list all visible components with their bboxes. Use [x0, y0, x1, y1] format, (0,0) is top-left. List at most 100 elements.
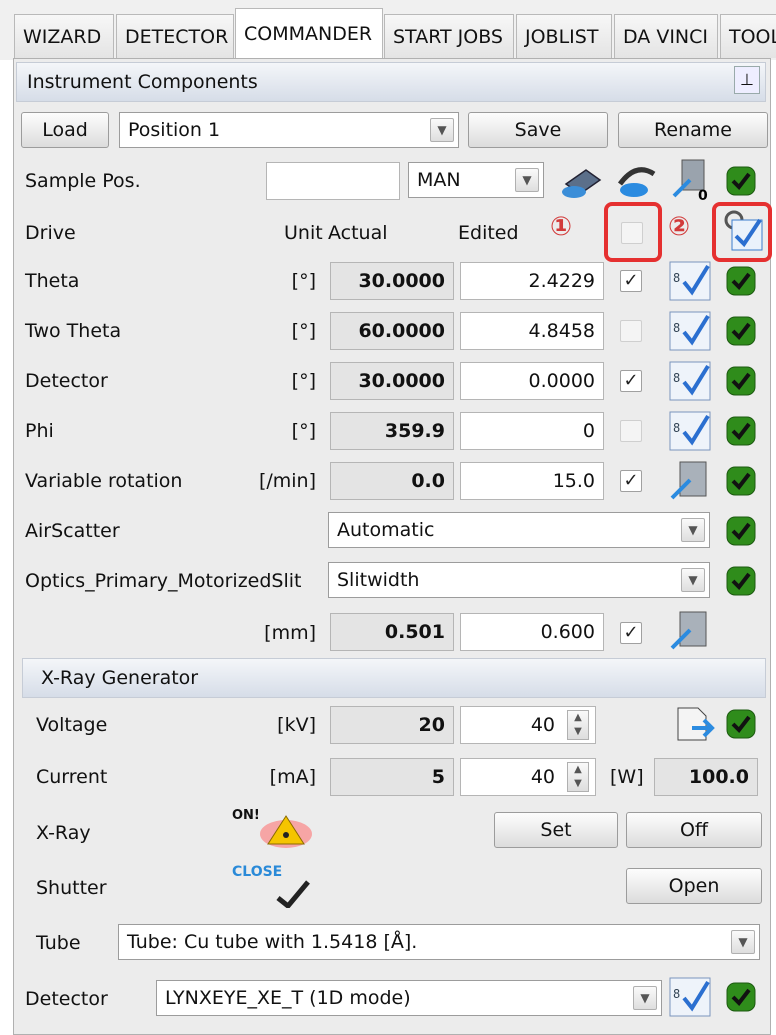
optics-label: Optics_Primary_MotorizedSlit: [25, 570, 302, 592]
tab-commander[interactable]: COMMANDER: [235, 8, 383, 60]
chevron-down-icon[interactable]: ▼: [681, 568, 705, 592]
detector-select[interactable]: LYNXEYE_XE_T (1D mode) ▼: [156, 980, 662, 1016]
drive-axis-icon[interactable]: 8: [668, 410, 712, 452]
sample-stage-icon[interactable]: [556, 158, 604, 202]
sample-mode-value: MAN: [417, 169, 461, 191]
axis-edited-input[interactable]: 2.4229: [460, 262, 604, 300]
axis-enable-checkbox[interactable]: ✓: [620, 270, 642, 292]
sample-drive-zero-icon[interactable]: 0: [668, 156, 712, 202]
chevron-down-icon[interactable]: ▼: [681, 518, 705, 542]
shutter-open-button[interactable]: Open: [626, 868, 762, 904]
axis-enable-checkbox[interactable]: [620, 420, 642, 442]
tab-start-jobs[interactable]: START JOBS: [384, 14, 514, 58]
tab-joblist[interactable]: JOBLIST: [516, 14, 612, 58]
axis-unit: [/min]: [258, 470, 316, 492]
tube-label: Tube: [36, 932, 81, 954]
ok-check-icon: [726, 316, 756, 346]
ok-check-icon: [726, 366, 756, 396]
ok-check-icon: [726, 166, 756, 196]
drive-axis-icon[interactable]: 8: [668, 360, 712, 402]
optics-value: Slitwidth: [337, 569, 420, 591]
save-button[interactable]: Save: [468, 112, 608, 148]
voltage-unit: [kV]: [277, 714, 316, 736]
voltage-stepper[interactable]: ▲ ▼: [567, 710, 589, 740]
slit-drive-icon[interactable]: [668, 608, 712, 652]
axis-enable-checkbox[interactable]: ✓: [620, 470, 642, 492]
optics-select[interactable]: Slitwidth ▼: [328, 562, 710, 598]
airscatter-select[interactable]: Automatic ▼: [328, 512, 710, 548]
chevron-down-icon[interactable]: ▼: [430, 118, 454, 142]
ok-check-icon: [726, 516, 756, 546]
voltage-actual: 20: [330, 706, 454, 744]
axis-unit: [°]: [291, 320, 316, 342]
ok-check-icon: [726, 709, 756, 739]
highlight-box-1: [604, 202, 662, 262]
axis-edited-input[interactable]: 4.8458: [460, 312, 604, 350]
sample-pos-input[interactable]: [266, 162, 400, 200]
axis-label: Detector: [25, 370, 108, 392]
ok-check-icon: [726, 266, 756, 296]
tube-select[interactable]: Tube: Cu tube with 1.5418 [Å]. ▼: [118, 924, 760, 960]
axis-actual: 60.0000: [330, 312, 454, 350]
svg-text:8: 8: [673, 371, 680, 385]
axis-unit: [°]: [291, 370, 316, 392]
load-button[interactable]: Load: [21, 112, 109, 148]
power-unit: [W]: [610, 766, 644, 788]
position-value: Position 1: [128, 119, 221, 141]
axis-actual: 0.0: [330, 462, 454, 500]
slit-edited-input[interactable]: 0.600: [460, 613, 604, 651]
airscatter-value: Automatic: [337, 519, 435, 541]
shutter-closed-indicator: CLOSE: [230, 864, 320, 908]
slit-actual: 0.501: [330, 613, 454, 651]
axis-edited-input[interactable]: 15.0: [460, 462, 604, 500]
axis-label: Two Theta: [25, 320, 122, 342]
drive-label: Drive: [25, 222, 76, 244]
section-title: X-Ray Generator: [41, 667, 199, 689]
rotation-drive-icon[interactable]: [668, 458, 712, 502]
slit-enable-checkbox[interactable]: ✓: [620, 622, 642, 644]
xray-on-indicator: ON!: [230, 808, 320, 848]
current-unit: [mA]: [269, 766, 316, 788]
svg-text:8: 8: [673, 987, 680, 1001]
tab-detector[interactable]: DETECTOR: [116, 14, 234, 58]
shutter-icon: [276, 880, 310, 908]
ok-check-icon: [726, 466, 756, 496]
xray-document-icon[interactable]: [672, 704, 716, 744]
chevron-down-icon[interactable]: ▼: [515, 168, 539, 192]
axis-unit: [°]: [291, 270, 316, 292]
tab-wizard[interactable]: WIZARD: [14, 14, 114, 58]
actual-column-header: Actual: [328, 222, 388, 244]
rename-button[interactable]: Rename: [618, 112, 768, 148]
ok-check-icon: [726, 982, 756, 1012]
unit-column-header: Unit: [284, 222, 323, 244]
current-stepper[interactable]: ▲ ▼: [567, 762, 589, 792]
axis-edited-input[interactable]: 0: [460, 412, 604, 450]
detector-drive-icon[interactable]: 8: [668, 976, 712, 1018]
position-select[interactable]: Position 1 ▼: [119, 112, 459, 148]
axis-edited-input[interactable]: 0.0000: [460, 362, 604, 400]
drive-axis-icon[interactable]: 8: [668, 310, 712, 352]
chevron-down-icon[interactable]: ▼: [633, 986, 657, 1010]
tab-bar: WIZARD DETECTOR COMMANDER START JOBS JOB…: [0, 0, 776, 60]
marker-1: ①: [550, 212, 573, 242]
shutter-label: Shutter: [36, 877, 107, 899]
rotate-sample-icon[interactable]: [612, 156, 660, 202]
pin-icon[interactable]: ⊥: [734, 66, 760, 94]
xray-label: X-Ray: [36, 822, 91, 844]
axis-enable-checkbox[interactable]: [620, 320, 642, 342]
axis-label: Phi: [25, 420, 54, 442]
axis-enable-checkbox[interactable]: ✓: [620, 370, 642, 392]
tab-tools[interactable]: TOOL: [720, 14, 776, 58]
axis-unit: [°]: [291, 420, 316, 442]
svg-text:8: 8: [673, 321, 680, 335]
chevron-down-icon[interactable]: ▼: [731, 930, 755, 954]
drive-axis-icon[interactable]: 8: [668, 260, 712, 302]
sample-mode-select[interactable]: MAN ▼: [408, 162, 544, 198]
tube-value: Tube: Cu tube with 1.5418 [Å].: [127, 931, 418, 953]
instrument-components-header: Instrument Components: [16, 62, 766, 102]
current-actual: 5: [330, 758, 454, 796]
tab-da-vinci[interactable]: DA VINCI: [614, 14, 718, 58]
radiation-warning-icon: [260, 815, 312, 848]
xray-off-button[interactable]: Off: [626, 812, 762, 848]
xray-set-button[interactable]: Set: [494, 812, 618, 848]
